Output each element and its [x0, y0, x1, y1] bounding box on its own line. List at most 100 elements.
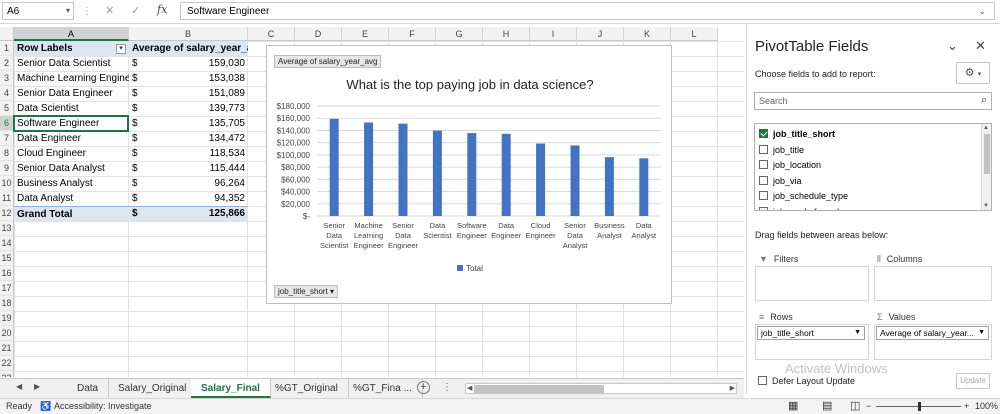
pivot-row-value[interactable]: 118,534	[147, 146, 248, 161]
pivot-chart[interactable]: Average of salary_year_avg What is the t…	[266, 45, 672, 304]
field-item[interactable]: job_location	[759, 158, 821, 173]
pivot-row-label[interactable]: Data Scientist	[14, 101, 129, 116]
column-header[interactable]: B	[129, 27, 248, 41]
scroll-left-icon[interactable]: ◀	[467, 384, 472, 392]
close-icon[interactable]: ✕	[975, 38, 986, 54]
zoom-in-icon[interactable]: +	[964, 399, 969, 414]
row-header[interactable]: 23	[0, 371, 14, 377]
page-layout-icon[interactable]: ▤	[822, 399, 832, 414]
column-header[interactable]: F	[389, 27, 436, 41]
chart-bar[interactable]	[570, 145, 580, 216]
pivot-row-label[interactable]: Business Analyst	[14, 176, 129, 191]
chevron-down-icon[interactable]: ▾	[66, 6, 70, 15]
column-header[interactable]: H	[483, 27, 530, 41]
cancel-icon[interactable]: ✕	[105, 4, 114, 17]
chart-bar[interactable]	[467, 133, 477, 216]
row-header[interactable]: 4	[0, 86, 14, 101]
column-header[interactable]: C	[248, 27, 295, 41]
row-header[interactable]: 7	[0, 131, 14, 146]
row-header[interactable]: 22	[0, 356, 14, 371]
zoom-level[interactable]: 100%	[975, 399, 998, 414]
row-header[interactable]: 17	[0, 281, 14, 296]
field-search-input[interactable]: Search ⌕	[754, 92, 992, 110]
field-item[interactable]: job_title	[759, 143, 804, 158]
field-checkbox[interactable]	[759, 175, 768, 185]
pivot-row-value[interactable]: 139,773	[147, 101, 248, 116]
grand-total-label[interactable]: Grand Total	[14, 206, 129, 221]
column-header[interactable]: K	[624, 27, 671, 41]
scroll-thumb[interactable]	[984, 134, 990, 174]
row-header[interactable]: 2	[0, 56, 14, 71]
chart-bar[interactable]	[364, 122, 374, 216]
select-all-corner[interactable]	[0, 27, 14, 41]
row-header[interactable]: 18	[0, 296, 14, 311]
field-item[interactable]: job_schedule_type	[759, 189, 848, 204]
horizontal-scrollbar[interactable]: ◀ ▶	[465, 383, 737, 394]
row-header[interactable]: 12	[0, 206, 14, 221]
column-header[interactable]: I	[530, 27, 577, 41]
pivot-row-value[interactable]: 134,472	[147, 131, 248, 146]
scroll-right-icon[interactable]: ▶	[730, 384, 735, 392]
pivot-row-label[interactable]: Data Engineer	[14, 131, 129, 146]
pivot-row-value[interactable]: 151,089	[147, 86, 248, 101]
normal-view-icon[interactable]: ▦	[788, 399, 798, 414]
filter-dropdown-icon[interactable]: ▾	[116, 44, 126, 54]
row-header[interactable]: 13	[0, 221, 14, 236]
pivot-row-label[interactable]: Senior Data Analyst	[14, 161, 129, 176]
row-header[interactable]: 9	[0, 161, 14, 176]
defer-checkbox[interactable]	[758, 376, 767, 386]
pivot-row-label[interactable]: Cloud Engineer	[14, 146, 129, 161]
chart-bar[interactable]	[432, 130, 442, 216]
pivot-row-label[interactable]: Senior Data Engineer	[14, 86, 129, 101]
row-header[interactable]: 10	[0, 176, 14, 191]
sheet-tab[interactable]: %GT_Fina ...	[343, 379, 423, 398]
row-header[interactable]: 11	[0, 191, 14, 206]
row-header[interactable]: 3	[0, 71, 14, 86]
defer-layout-update[interactable]: Defer Layout Update	[758, 376, 855, 386]
pivot-row-value[interactable]: 94,352	[147, 191, 248, 206]
pivot-row-labels-header[interactable]: Row Labels	[14, 41, 129, 56]
tab-scroll-right-icon[interactable]: ▶	[34, 382, 40, 391]
column-header[interactable]: D	[295, 27, 342, 41]
more-options-icon[interactable]: ⋮	[82, 6, 92, 17]
row-header[interactable]: 5	[0, 101, 14, 116]
field-item[interactable]: job_title_short	[759, 127, 835, 142]
field-checkbox[interactable]	[759, 144, 768, 154]
field-item[interactable]: job_via	[759, 174, 802, 189]
row-header[interactable]: 16	[0, 266, 14, 281]
row-header[interactable]: 20	[0, 326, 14, 341]
pivot-row-label[interactable]: Senior Data Scientist	[14, 56, 129, 71]
row-header[interactable]: 15	[0, 251, 14, 266]
sheet-tab[interactable]: Salary_Original	[108, 379, 198, 398]
chart-bar[interactable]	[536, 143, 546, 216]
enter-icon[interactable]: ✓	[131, 4, 140, 17]
pivot-row-value[interactable]: 115,444	[147, 161, 248, 176]
chart-bar[interactable]	[501, 133, 511, 216]
column-header[interactable]: A	[14, 27, 129, 41]
chart-axis-field-button[interactable]: job_title_short ▾	[274, 285, 339, 298]
row-header[interactable]: 6	[0, 116, 14, 131]
field-list-scrollbar[interactable]: ▲ ▼	[981, 124, 991, 210]
pivot-row-label[interactable]: Data Analyst	[14, 191, 129, 206]
pivot-row-value[interactable]: 135,705	[147, 116, 248, 131]
chart-bar[interactable]	[639, 158, 649, 216]
field-checkbox[interactable]	[759, 191, 768, 201]
page-break-view-icon[interactable]: ◫	[850, 399, 860, 414]
expand-formula-bar-icon[interactable]: ⌄	[978, 6, 986, 17]
pivot-row-label[interactable]: Machine Learning Engineer	[14, 71, 129, 86]
pivot-row-value[interactable]: 96,264	[147, 176, 248, 191]
chart-bar[interactable]	[329, 118, 339, 216]
grand-total-value[interactable]: 125,866	[147, 206, 248, 221]
name-box[interactable]: A6 ▾	[2, 2, 74, 20]
row-header[interactable]: 19	[0, 311, 14, 326]
more-tabs-icon[interactable]: ⋮	[442, 382, 452, 393]
pivot-values-header[interactable]: Average of salary_year_avg	[129, 41, 248, 56]
column-header[interactable]: E	[342, 27, 389, 41]
tools-button[interactable]: ⚙ ▾	[956, 62, 990, 84]
row-header[interactable]: 8	[0, 146, 14, 161]
sheet-tab[interactable]: %GT_Original	[265, 379, 349, 398]
scroll-up-icon[interactable]: ▲	[983, 125, 989, 131]
row-header[interactable]: 1	[0, 41, 14, 56]
update-button[interactable]: Update	[956, 373, 990, 389]
chevron-down-icon[interactable]: ⌄	[947, 38, 958, 54]
